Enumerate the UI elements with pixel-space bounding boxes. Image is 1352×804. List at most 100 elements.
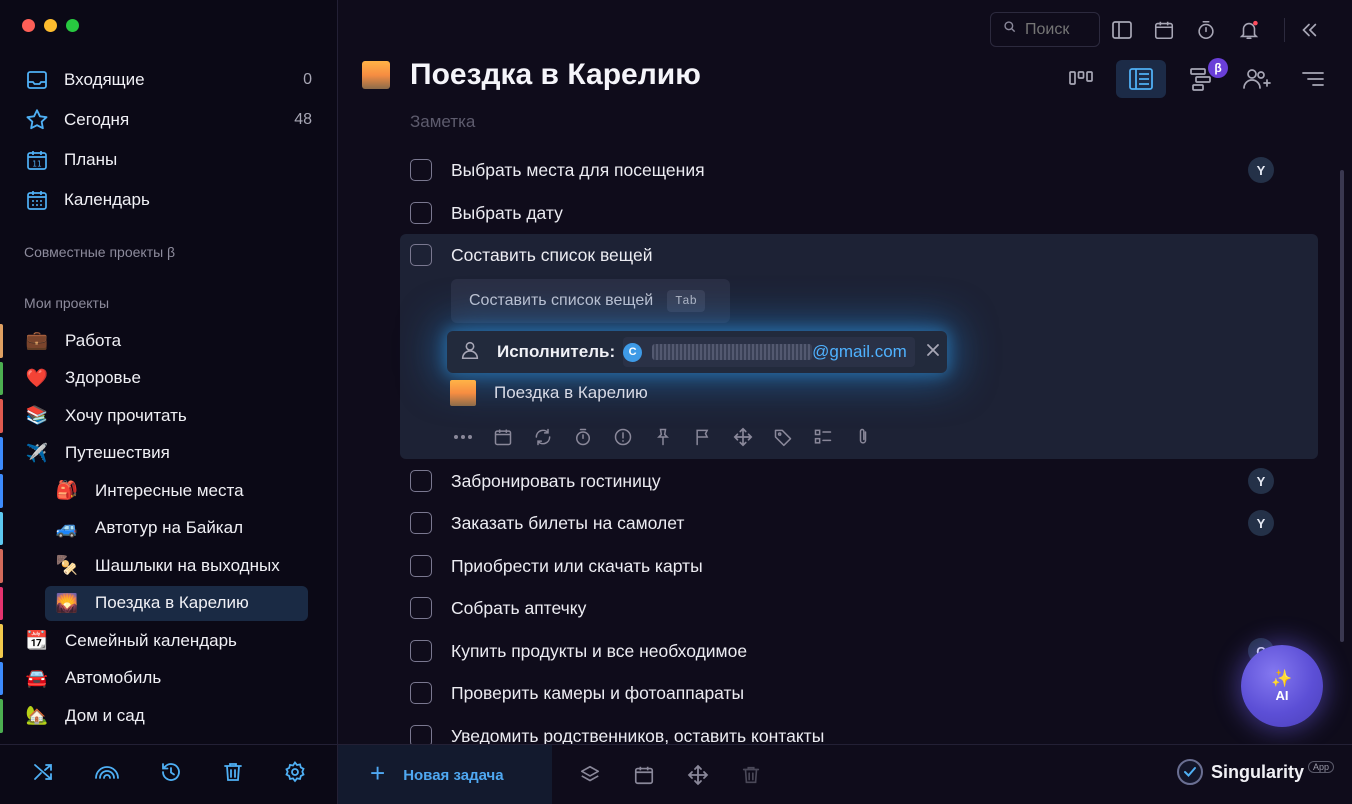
project-item-home-garden[interactable]: 🏡 Дом и сад	[0, 697, 338, 735]
collapse-left-icon[interactable]	[1297, 18, 1321, 42]
more-icon[interactable]	[451, 425, 475, 449]
sidebar-toggle-icon[interactable]	[1110, 18, 1134, 42]
note-field[interactable]: Заметка	[410, 112, 475, 132]
task-row[interactable]: Выбрать места для посещения	[410, 159, 705, 181]
task-checkbox[interactable]	[410, 682, 432, 704]
nav-item-plans[interactable]: 11 Планы	[0, 140, 338, 180]
close-window-button[interactable]	[22, 19, 35, 32]
shared-projects-heading[interactable]: Совместные проекты β	[24, 244, 175, 260]
project-item-karelia[interactable]: 🌄 Поездка в Карелию	[0, 585, 338, 623]
page-title[interactable]: Поездка в Карелию	[410, 58, 701, 92]
project-item-health[interactable]: ❤️ Здоровье	[0, 360, 338, 398]
repeat-icon[interactable]	[531, 425, 555, 449]
task-checkbox[interactable]	[410, 470, 432, 492]
assignee-avatar[interactable]: Y	[1248, 468, 1274, 494]
task-title[interactable]: Составить список вещей	[451, 245, 652, 266]
move-icon[interactable]	[731, 425, 755, 449]
trash-icon[interactable]	[221, 760, 245, 789]
calendar-icon[interactable]	[491, 425, 515, 449]
task-title[interactable]: Выбрать дату	[451, 203, 563, 224]
ai-assistant-button[interactable]: ✨ AI	[1241, 645, 1323, 727]
task-row[interactable]: Собрать аптечку	[410, 597, 586, 619]
checklist-icon[interactable]	[811, 425, 835, 449]
search-icon	[1003, 20, 1017, 39]
task-title[interactable]: Проверить камеры и фотоаппараты	[451, 683, 744, 704]
project-item-car[interactable]: 🚘 Автомобиль	[0, 660, 338, 698]
nav-item-inbox[interactable]: Входящие 0	[0, 60, 338, 100]
pin-icon[interactable]	[651, 425, 675, 449]
project-label: Здоровье	[65, 368, 141, 388]
task-checkbox[interactable]	[410, 512, 432, 534]
minimize-window-button[interactable]	[44, 19, 57, 32]
project-item-family-calendar[interactable]: 📆 Семейный календарь	[0, 622, 338, 660]
attachment-icon[interactable]	[851, 425, 875, 449]
assignee-avatar[interactable]: Y	[1248, 157, 1274, 183]
task-row[interactable]: Проверить камеры и фотоаппараты	[410, 682, 744, 704]
task-row[interactable]: Составить список вещей	[410, 244, 652, 266]
task-title[interactable]: Выбрать места для посещения	[451, 160, 705, 181]
timer-icon[interactable]	[1194, 18, 1218, 42]
task-row[interactable]: Приобрести или скачать карты	[410, 555, 703, 577]
flag-icon[interactable]	[691, 425, 715, 449]
rainbow-icon[interactable]	[93, 760, 121, 789]
list-view-icon[interactable]	[1116, 60, 1166, 98]
timer-icon[interactable]	[571, 425, 595, 449]
new-task-button[interactable]: + Новая задача	[338, 745, 552, 804]
zoom-window-button[interactable]	[66, 19, 79, 32]
nav-item-calendar[interactable]: Календарь	[0, 180, 338, 220]
project-item-work[interactable]: 💼 Работа	[0, 322, 338, 360]
singularity-logo-icon	[1176, 759, 1203, 785]
trash-icon[interactable]	[739, 763, 763, 787]
bell-icon[interactable]	[1237, 18, 1261, 42]
project-item-baikal[interactable]: 🚙 Автотур на Байкал	[0, 510, 338, 548]
history-icon[interactable]	[159, 760, 183, 789]
project-label: Работа	[65, 330, 122, 350]
priority-icon[interactable]	[611, 425, 635, 449]
task-row[interactable]: Купить продукты и все необходимое	[410, 640, 747, 662]
task-checkbox[interactable]	[410, 202, 432, 224]
gear-icon[interactable]	[283, 760, 307, 789]
task-row[interactable]: Заказать билеты на самолет	[410, 512, 684, 534]
project-item-interesting-places[interactable]: 🎒 Интересные места	[0, 472, 338, 510]
task-title[interactable]: Заказать билеты на самолет	[451, 513, 684, 534]
task-title[interactable]: Купить продукты и все необходимое	[451, 641, 747, 662]
gantt-view-icon[interactable]: β	[1188, 58, 1228, 94]
main-footer: + Новая задача Singularity App	[338, 744, 1352, 804]
project-item-reading[interactable]: 📚 Хочу прочитать	[0, 397, 338, 435]
task-row[interactable]: Выбрать дату	[410, 202, 563, 224]
assignee-avatar[interactable]: Y	[1248, 510, 1274, 536]
task-title[interactable]: Собрать аптечку	[451, 598, 586, 619]
task-title[interactable]: Приобрести или скачать карты	[451, 556, 703, 577]
assignee-initial-avatar: C	[623, 342, 643, 362]
kanban-view-icon[interactable]	[1066, 64, 1096, 94]
task-checkbox[interactable]	[410, 597, 432, 619]
remove-assignee-icon[interactable]	[925, 342, 941, 363]
task-checkbox[interactable]	[410, 244, 432, 266]
tag-icon[interactable]	[771, 425, 795, 449]
calendar-icon[interactable]	[1152, 18, 1176, 42]
shuffle-icon[interactable]	[31, 760, 55, 789]
layers-icon[interactable]	[578, 763, 602, 787]
task-checkbox[interactable]	[410, 640, 432, 662]
my-projects-heading[interactable]: Мои проекты	[24, 295, 109, 311]
task-checkbox[interactable]	[410, 555, 432, 577]
assignee-email[interactable]: C @gmail.com	[623, 337, 915, 367]
task-title[interactable]: Забронировать гостиницу	[451, 471, 661, 492]
project-item-bbq[interactable]: 🍢 Шашлыки на выходных	[0, 547, 338, 585]
scrollbar[interactable]	[1340, 170, 1344, 642]
calendar-icon[interactable]	[632, 763, 656, 787]
project-color-bar	[0, 474, 3, 508]
project-cover-icon[interactable]	[362, 61, 390, 89]
assignee-chip[interactable]: Исполнитель: C @gmail.com	[447, 331, 947, 373]
task-checkbox[interactable]	[410, 159, 432, 181]
task-row[interactable]: Забронировать гостиницу	[410, 470, 661, 492]
search-box[interactable]	[990, 12, 1100, 47]
title-suggestion[interactable]: Составить список вещей Tab	[451, 279, 730, 323]
nav-item-today[interactable]: Сегодня 48	[0, 100, 338, 140]
sort-menu-icon[interactable]	[1298, 64, 1328, 94]
task-project-link[interactable]: Поездка в Карелию	[450, 380, 648, 406]
add-user-icon[interactable]	[1242, 64, 1272, 94]
search-input[interactable]	[1025, 20, 1095, 39]
project-item-travel[interactable]: ✈️ Путешествия	[0, 435, 338, 473]
move-icon[interactable]	[686, 763, 710, 787]
